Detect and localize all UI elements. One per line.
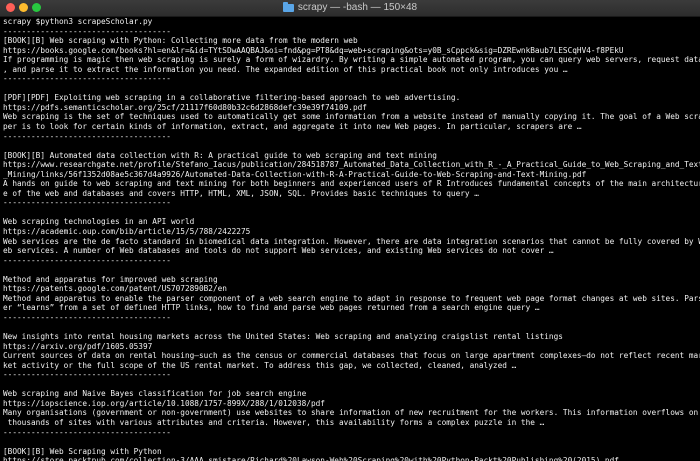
terminal-line: Web scraping technologies in an API worl… bbox=[3, 217, 195, 227]
terminal-line: ------------------------------------ bbox=[3, 198, 171, 208]
terminal-line: ------------------------------------ bbox=[3, 26, 171, 36]
terminal-line: Web scraping is the set of techniques us… bbox=[3, 112, 700, 122]
window-title: scrapy — -bash — 150×48 bbox=[297, 2, 418, 13]
terminal-line: [BOOK][B] Web Scraping with Python bbox=[3, 446, 162, 456]
terminal-line: ------------------------------------ bbox=[3, 312, 171, 322]
terminal-line: ------------------------------------ bbox=[3, 131, 171, 141]
terminal-window: scrapy — -bash — 150×48 scrapy $python3 … bbox=[0, 0, 700, 461]
terminal-line: Method and apparatus for improved web sc… bbox=[3, 274, 218, 284]
terminal-line: https://pdfs.semanticscholar.org/25cf/21… bbox=[3, 102, 367, 112]
terminal-line: ------------------------------------ bbox=[3, 427, 171, 437]
terminal-line: Current sources of data on rental housin… bbox=[3, 351, 700, 361]
terminal-line: ket activity or the full scope of the US… bbox=[3, 360, 517, 370]
terminal-line: e of the web and databases and covers HT… bbox=[3, 188, 479, 198]
window-title-area: scrapy — -bash — 150×48 bbox=[0, 1, 700, 13]
terminal-line: https://store.packtpub.com/collection-3/… bbox=[3, 456, 619, 461]
title-bar[interactable]: scrapy — -bash — 150×48 bbox=[0, 0, 700, 17]
terminal-line: scrapy $python3 scrapeScholar.py bbox=[3, 17, 153, 26]
terminal-line: [BOOK][B] Web scraping with Python: Coll… bbox=[3, 36, 358, 46]
terminal-line: https://www.researchgate.net/profile/Ste… bbox=[3, 160, 700, 170]
terminal-line: _Mining/links/56f1352d08ae5c367d4a9926/A… bbox=[3, 169, 587, 179]
terminal-line: eb services. A number of Web databases a… bbox=[3, 246, 554, 256]
terminal-line: If programming is magic then web scrapin… bbox=[3, 55, 700, 65]
terminal-line: https://arxiv.org/pdf/1605.05397 bbox=[3, 341, 153, 351]
terminal-line: https://books.google.com/books?hl=en&lr=… bbox=[3, 45, 624, 55]
terminal-line: ------------------------------------ bbox=[3, 370, 171, 380]
terminal-line: [PDF][PDF] Exploiting web scraping in a … bbox=[3, 93, 461, 103]
terminal-line: Many organisations (government or non-go… bbox=[3, 408, 699, 418]
terminal-line: A hands on guide to web scraping and tex… bbox=[3, 179, 700, 189]
folder-icon bbox=[282, 1, 294, 12]
terminal-line: https://academic.oup.com/bib/article/15/… bbox=[3, 227, 251, 237]
terminal-line: [BOOK][B] Automated data collection with… bbox=[3, 150, 437, 160]
terminal-line: Web scraping and Naive Bayes classificat… bbox=[3, 389, 307, 399]
terminal-line: per is to look for certain kinds of info… bbox=[3, 122, 582, 132]
terminal-line: , and parse it to extract the informatio… bbox=[3, 64, 568, 74]
terminal-line: thousands of sites with various attribut… bbox=[3, 417, 545, 427]
terminal-line: https://iopscience.iop.org/article/10.10… bbox=[3, 398, 325, 408]
terminal-output[interactable]: scrapy $python3 scrapeScholar.py --------… bbox=[3, 17, 700, 461]
terminal-line: ------------------------------------ bbox=[3, 74, 171, 84]
terminal-line: ------------------------------------ bbox=[3, 255, 171, 265]
terminal-line: Method and apparatus to enable the parse… bbox=[3, 293, 700, 303]
terminal-line: er “learns” from a set of defined HTTP l… bbox=[3, 303, 540, 313]
terminal-line: New insights into rental housing markets… bbox=[3, 332, 563, 342]
terminal-line: https://patents.google.com/patent/US7072… bbox=[3, 284, 227, 294]
terminal-line: Web services are the de facto standard i… bbox=[3, 236, 700, 246]
